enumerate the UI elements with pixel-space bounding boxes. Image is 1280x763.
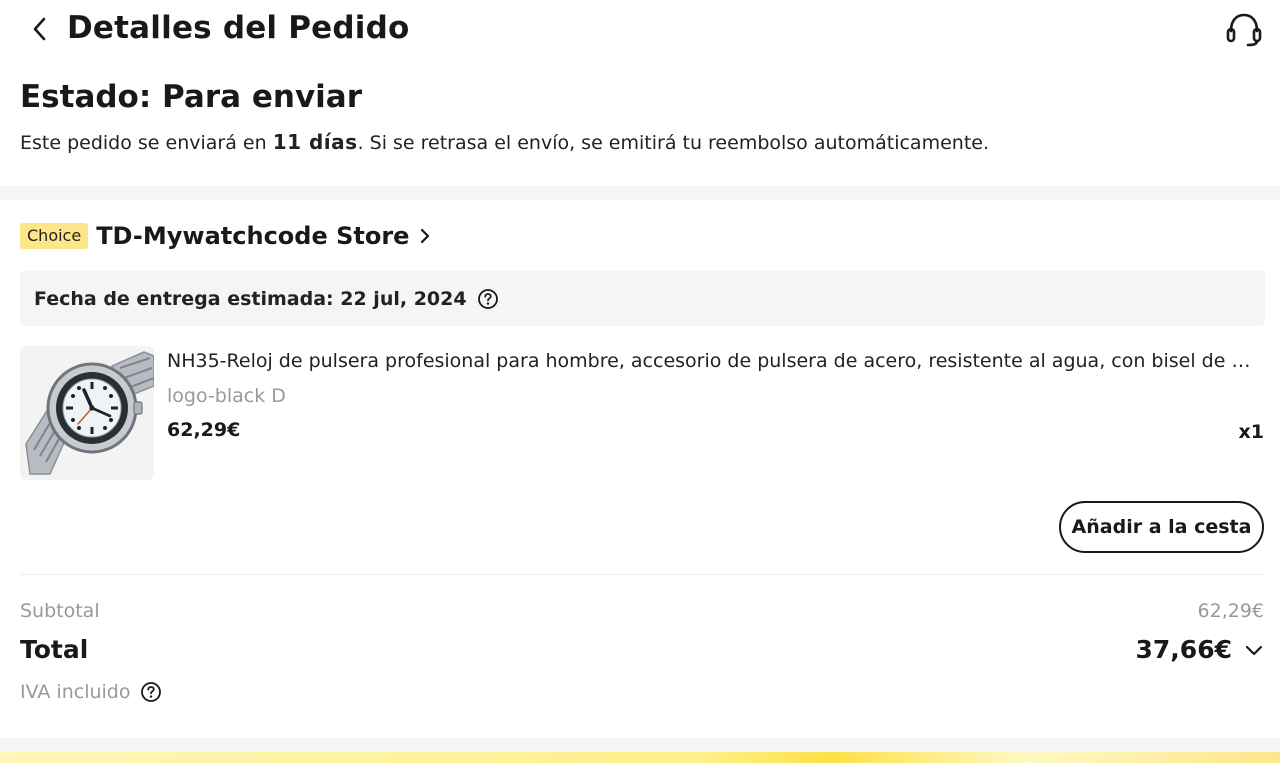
store-link[interactable]: Choice TD-Mywatchcode Store — [20, 218, 431, 254]
page-title: Detalles del Pedido — [67, 10, 410, 46]
subtotal-value: 62,29€ — [1197, 600, 1264, 622]
choice-badge: Choice — [20, 223, 89, 249]
product-price: 62,29€ — [167, 419, 241, 441]
status-desc-suffix: . Si se retrasa el envío, se emitirá tu … — [357, 132, 989, 154]
back-button[interactable] — [24, 12, 56, 46]
status-desc-prefix: Este pedido se enviará en — [20, 132, 273, 154]
page-header: Detalles del Pedido — [0, 0, 1280, 60]
headset-icon — [1226, 13, 1262, 47]
customer-support-button[interactable] — [1222, 10, 1266, 50]
tax-included-label: IVA incluido — [20, 681, 131, 703]
total-value: 37,66€ — [1135, 635, 1232, 664]
estimated-delivery-box: Fecha de entrega estimada: 22 jul, 2024 — [20, 271, 1265, 326]
product-name-link[interactable]: NH35-Reloj de pulsera profesional para h… — [167, 346, 1257, 376]
tax-included-row: IVA incluido — [20, 678, 162, 706]
store-name: TD-Mywatchcode Store — [96, 222, 410, 250]
product-variant: logo-black D — [167, 385, 286, 407]
chevron-right-icon — [419, 227, 431, 245]
estimated-delivery-text: Fecha de entrega estimada: 22 jul, 2024 — [34, 287, 467, 310]
product-image[interactable] — [20, 346, 154, 480]
promo-banner[interactable] — [0, 752, 1280, 763]
chevron-left-icon — [33, 17, 46, 41]
product-quantity: x1 — [1238, 421, 1264, 443]
subtotal-label: Subtotal — [20, 600, 100, 622]
add-to-cart-button[interactable]: Añadir a la cesta — [1059, 501, 1264, 553]
order-status-title: Estado: Para enviar — [20, 79, 362, 115]
total-label: Total — [20, 635, 89, 664]
section-divider-bottom — [0, 738, 1280, 752]
total-expand-toggle[interactable]: 37,66€ — [1136, 633, 1264, 667]
chevron-down-icon — [1244, 643, 1264, 657]
question-circle-icon[interactable] — [140, 681, 162, 703]
order-status-description: Este pedido se enviará en 11 días. Si se… — [20, 128, 989, 157]
shipping-days: 11 días — [272, 130, 358, 154]
question-circle-icon[interactable] — [477, 288, 499, 310]
section-divider — [0, 186, 1280, 200]
summary-divider — [20, 574, 1265, 575]
